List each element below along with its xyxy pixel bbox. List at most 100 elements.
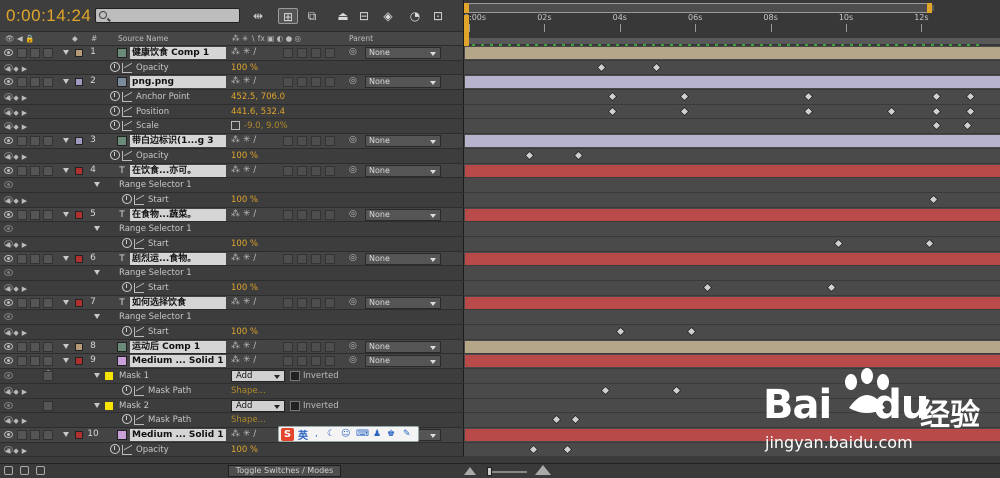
row-timeline-track[interactable]: [463, 251, 1000, 267]
row-timeline-track[interactable]: [463, 60, 1000, 76]
stopwatch-icon[interactable]: [110, 91, 120, 102]
layer-switch-box[interactable]: [325, 356, 335, 367]
property-value[interactable]: Shape...: [231, 386, 266, 396]
parent-pickwhip-icon[interactable]: ◎: [349, 209, 357, 219]
layer-duration-bar[interactable]: [465, 47, 1000, 59]
row-timeline-track[interactable]: [463, 104, 1000, 120]
shy-collapse-switches[interactable]: ⁂ ✳ ∕: [231, 76, 256, 86]
parent-pickwhip-icon[interactable]: ◎: [349, 165, 357, 175]
label-column-icon[interactable]: ◆: [72, 34, 78, 43]
label-color-swatch[interactable]: [75, 166, 83, 175]
visibility-eye-icon[interactable]: [4, 298, 13, 306]
layer-name[interactable]: Medium ... Solid 1: [130, 428, 226, 441]
layer-switch-box[interactable]: [311, 165, 321, 176]
expand-triangle-icon[interactable]: [63, 50, 69, 55]
label-color-swatch[interactable]: [75, 210, 83, 219]
inverted-checkbox[interactable]: [290, 371, 300, 382]
mask-lock-box[interactable]: [43, 371, 53, 382]
layer-switch-box[interactable]: [311, 48, 321, 58]
keyframe[interactable]: [686, 326, 697, 337]
shy-collapse-switches[interactable]: ⁂ ✳ ∕: [231, 297, 256, 307]
row-timeline-track[interactable]: [463, 148, 1000, 164]
switches-header[interactable]: ⁂ ✳ ∖ fx ▣ ◐ ● ◎: [232, 34, 301, 43]
expand-triangle-icon[interactable]: [63, 343, 69, 349]
stopwatch-icon[interactable]: [122, 193, 132, 204]
auto-keyframe-icon[interactable]: ◔: [405, 8, 425, 24]
search-input[interactable]: [95, 8, 240, 23]
row-timeline-track[interactable]: [463, 281, 1000, 296]
user-icon[interactable]: ♟: [373, 429, 381, 439]
layer-switch-box[interactable]: [283, 165, 293, 176]
layer-switch-box[interactable]: [283, 136, 293, 147]
keyframe[interactable]: [596, 62, 607, 73]
group-name[interactable]: Range Selector 1: [119, 180, 192, 190]
keyframe[interactable]: [803, 91, 814, 102]
keyframe[interactable]: [615, 326, 626, 337]
visibility-eye-icon[interactable]: [4, 254, 13, 262]
parent-pickwhip-icon[interactable]: ◎: [349, 297, 357, 307]
layer-number-header[interactable]: #: [91, 34, 97, 43]
stopwatch-icon[interactable]: [110, 443, 120, 454]
expand-triangle-icon[interactable]: [63, 358, 69, 364]
solo-switch[interactable]: [30, 209, 40, 220]
source-name-header[interactable]: Source Name: [118, 34, 168, 43]
label-color-swatch[interactable]: [75, 342, 83, 351]
layer-switch-box[interactable]: [283, 77, 293, 88]
shy-collapse-switches[interactable]: ⁂ ✳ ∕: [231, 165, 256, 175]
layer-switch-box[interactable]: [283, 297, 293, 308]
lock-switch[interactable]: [43, 297, 53, 308]
parent-pickwhip-icon[interactable]: ◎: [349, 135, 357, 145]
audio-switch[interactable]: [17, 136, 27, 147]
ime-toolbar[interactable]: S 英 , ☾ ☺ ⌨ ♟ ♚ ✎: [278, 426, 419, 442]
layer-switch-box[interactable]: [311, 77, 321, 88]
layer-switch-box[interactable]: [311, 253, 321, 264]
shy-layers-icon[interactable]: ⧉: [302, 8, 322, 24]
layer-duration-bar[interactable]: [465, 252, 1000, 265]
layer-switch-box[interactable]: [283, 356, 293, 367]
parent-select[interactable]: None: [365, 355, 441, 368]
parent-select[interactable]: None: [365, 47, 441, 59]
property-value[interactable]: 100 %: [231, 195, 258, 205]
keyframe[interactable]: [928, 194, 939, 205]
parent-select[interactable]: None: [365, 252, 441, 265]
graph-icon[interactable]: [122, 150, 132, 161]
zoom-slider-track[interactable]: [487, 471, 527, 473]
keyframe-navigator[interactable]: ◀◆▶: [5, 388, 30, 396]
solo-switch[interactable]: [30, 253, 40, 264]
lock-switch[interactable]: [43, 165, 53, 176]
keyframe-navigator[interactable]: ◀◆▶: [5, 241, 30, 249]
keyframe[interactable]: [607, 91, 618, 102]
graph-icon[interactable]: [122, 92, 132, 103]
keyframe[interactable]: [528, 444, 539, 455]
layer-switch-box[interactable]: [297, 297, 307, 308]
property-value[interactable]: 100 %: [231, 239, 258, 249]
layer-switch-box[interactable]: [297, 341, 307, 352]
expand-triangle-icon[interactable]: [94, 270, 100, 276]
keyframe[interactable]: [573, 150, 584, 161]
layer-duration-bar[interactable]: [465, 208, 1000, 221]
layer-duration-bar[interactable]: [465, 135, 1000, 148]
layer-name[interactable]: 带白边标识(1...g 3: [130, 135, 226, 148]
property-value[interactable]: 100 %: [231, 283, 258, 293]
emoji-icon[interactable]: ☺: [341, 429, 350, 439]
row-timeline-track[interactable]: [463, 295, 1000, 311]
settings-wrench-icon[interactable]: ✎: [403, 429, 411, 439]
graph-icon[interactable]: [134, 238, 144, 249]
parent-pickwhip-icon[interactable]: ◎: [349, 341, 357, 351]
visibility-eye-icon[interactable]: [4, 210, 13, 218]
layer-switch-box[interactable]: [297, 48, 307, 58]
label-color-swatch[interactable]: [75, 298, 83, 307]
parent-pickwhip-icon[interactable]: ◎: [349, 47, 357, 57]
label-color-swatch[interactable]: [75, 254, 83, 263]
expand-triangle-icon[interactable]: [94, 226, 100, 232]
layer-switch-box[interactable]: [297, 77, 307, 88]
row-timeline-track[interactable]: [463, 207, 1000, 223]
layer-switch-box[interactable]: [297, 136, 307, 147]
stopwatch-icon[interactable]: [122, 326, 132, 337]
keyframe[interactable]: [886, 106, 897, 117]
shy-collapse-switches[interactable]: ⁂ ✳ ∕: [231, 253, 256, 263]
row-timeline-track[interactable]: [463, 310, 1000, 326]
lock-switch[interactable]: [43, 356, 53, 367]
label-color-swatch[interactable]: [75, 430, 83, 439]
layer-switch-box[interactable]: [311, 209, 321, 220]
